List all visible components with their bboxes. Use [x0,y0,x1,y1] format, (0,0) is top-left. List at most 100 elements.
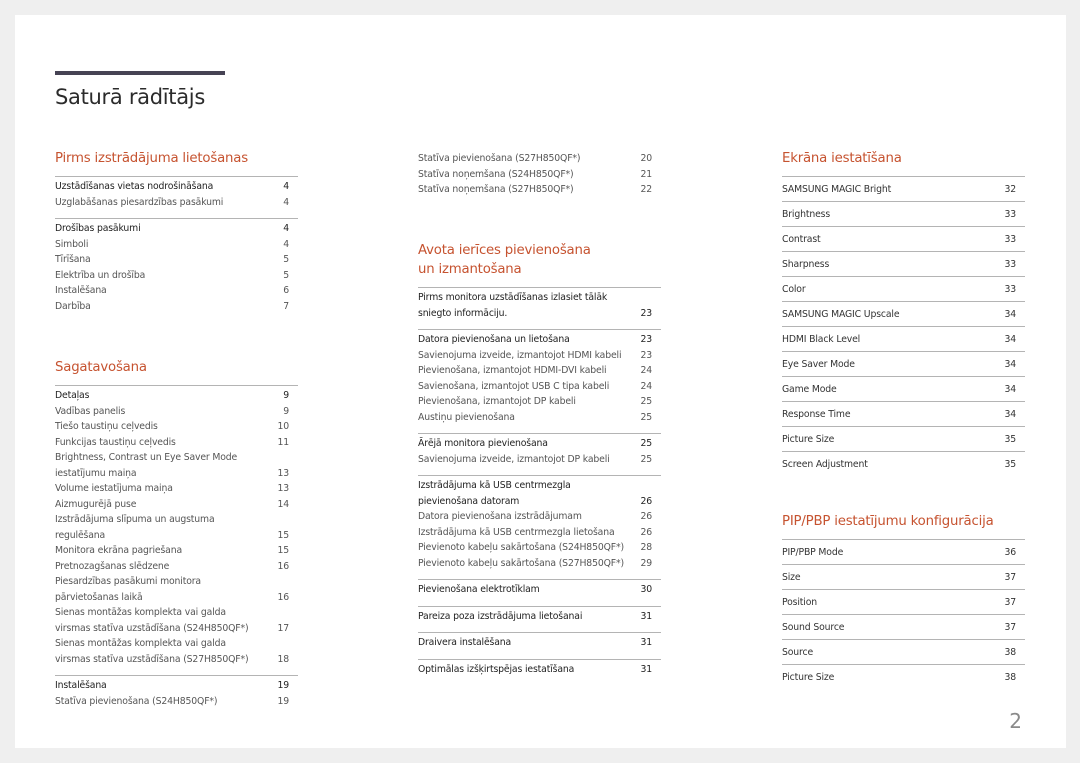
toc-entry-page: 15 [277,529,289,541]
section-heading[interactable]: Avota ierīces pievienošana un izmantošan… [418,241,661,279]
toc-entry[interactable]: SAMSUNG MAGIC Bright 32 [782,176,1025,201]
toc-entry[interactable]: Simboli 4 [55,237,298,253]
toc-entry[interactable]: Game Mode 34 [782,376,1025,401]
entry-groups: Statīva pievienošana (S27H850QF*) 20 Statī… [418,151,661,198]
toc-entry[interactable]: Response Time 34 [782,401,1025,426]
toc-entry[interactable]: Statīva pievienošana (S27H850QF*) 20 [418,151,661,167]
toc-entry[interactable]: Pirms monitora uzstādīšanas izlasiet tāl… [418,290,661,321]
toc-entry-page: 16 [277,591,289,603]
toc-entry[interactable]: Izstrādājuma kā USB centrmezgla lietošan… [418,525,661,541]
toc-entry[interactable]: Statīva pievienošana (S24H850QF*) 19 [55,694,298,710]
toc-group: Draivera instalēšana 31 [418,632,661,651]
toc-group: Drošības pasākumi 4 Simboli 4 Tīrīšana 5 Elekt… [55,218,298,314]
toc-entry-page: 24 [640,365,652,376]
toc-entry[interactable]: Austiņu pievienošana 25 [418,410,661,426]
toc-entry[interactable]: Brightness 33 [782,201,1025,226]
toc-entry[interactable]: Picture Size 38 [782,664,1025,689]
toc-entry-page: 5 [283,254,289,265]
toc-entry[interactable]: Source 38 [782,639,1025,664]
toc-entry[interactable]: Pievienoto kabeļu sakārtošana (S27H850QF… [418,556,661,572]
toc-entry-label: Screen Adjustment [782,458,868,470]
toc-entry[interactable]: Optimālas izšķirtspējas iestatīšana 31 [418,662,661,678]
toc-entry[interactable]: Sharpness 33 [782,251,1025,276]
toc-entry[interactable]: Pievienoto kabeļu sakārtošana (S24H850QF… [418,540,661,556]
toc-entry[interactable]: Volume iestatījuma maiņa 13 [55,481,298,497]
toc-entry[interactable]: Pievienošana elektrotīklam 30 [418,582,661,598]
toc-entry[interactable]: Color 33 [782,276,1025,301]
toc-entry-page: 25 [640,453,652,465]
toc-entry-page: 5 [283,269,289,281]
toc-entry[interactable]: Pareiza poza izstrādājuma lietošanai 31 [418,609,661,625]
toc-entry[interactable]: Pretnozagšanas slēdzene 16 [55,559,298,575]
toc-entry-label: Response Time [782,408,851,420]
section-heading[interactable]: Sagatavošana [55,358,298,377]
toc-entry[interactable]: Tīrīšana 5 [55,252,298,268]
toc-entry-label: Brightness [782,208,831,220]
section-heading[interactable]: Pirms izstrādājuma lietošanas [55,149,298,168]
toc-entry-page: 9 [283,390,289,401]
toc-entry[interactable]: Piesardzības pasākumi monitora pārvietoš… [55,574,298,605]
toc-entry[interactable]: Brightness, Contrast un Eye Saver Mode i… [55,450,298,481]
toc-entry[interactable]: Eye Saver Mode 34 [782,351,1025,376]
toc-entry[interactable]: Pievienošana, izmantojot HDMI-DVI kabeli… [418,363,661,379]
toc-entry[interactable]: Screen Adjustment 35 [782,451,1025,476]
toc-entry-page: 28 [640,542,652,553]
toc-entry[interactable]: Savienojuma izveide, izmantojot HDMI kab… [418,348,661,364]
toc-entry-page: 29 [640,557,652,569]
toc-entry[interactable]: Uzglabāšanas piesardzības pasākumi 4 [55,195,298,211]
toc-entry[interactable]: Draivera instalēšana 31 [418,635,661,651]
toc-entry-label: Uzstādīšanas vietas nodrošināšana [55,181,214,192]
entry-rows: SAMSUNG MAGIC Bright 32 Brightness 33 Contra… [782,176,1025,476]
toc-entry[interactable]: Statīva noņemšana (S24H850QF*) 21 [418,167,661,183]
toc-entry[interactable]: SAMSUNG MAGIC Upscale 34 [782,301,1025,326]
section-heading[interactable]: PIP/PBP iestatījumu konfigurācija [782,512,1025,531]
toc-entry[interactable]: Elektrība un drošība 5 [55,268,298,284]
toc-entry-label: Size [782,571,801,583]
toc-entry[interactable]: Aizmugurējā puse 14 [55,497,298,513]
toc-entry[interactable]: PIP/PBP Mode 36 [782,539,1025,564]
toc-entry[interactable]: Datora pievienošana izstrādājumam 26 [418,509,661,525]
toc-entry[interactable]: Ārējā monitora pievienošana 25 [418,436,661,452]
toc-entry[interactable]: Size 37 [782,564,1025,589]
toc-entry[interactable]: Contrast 33 [782,226,1025,251]
toc-entry[interactable]: Savienošana, izmantojot USB C tipa kabel… [418,379,661,395]
toc-entry[interactable]: Savienojuma izveide, izmantojot DP kabel… [418,452,661,468]
toc-entry-label: Pievienošana, izmantojot DP kabeli [418,396,576,407]
toc-entry-label: Austiņu pievienošana [418,411,515,423]
toc-entry[interactable]: Detaļas 9 [55,388,298,404]
toc-entry-page: 17 [277,622,289,634]
toc-entry-page: 21 [640,168,652,180]
toc-group: Ārējā monitora pievienošana 25 Savienojuma… [418,433,661,467]
toc-entry[interactable]: Tiešo taustiņu ceļvedis 10 [55,419,298,435]
toc-entry-label: Pievienoto kabeļu sakārtošana (S27H850QF… [418,557,624,569]
toc-entry[interactable]: Uzstādīšanas vietas nodrošināšana 4 [55,179,298,195]
toc-entry-page: 31 [640,637,652,648]
toc-entry[interactable]: Instalēšana 6 [55,283,298,299]
toc-group: Optimālas izšķirtspējas iestatīšana 31 [418,658,661,678]
toc-entry[interactable]: Instalēšana 19 [55,678,298,694]
toc-entry[interactable]: Pievienošana, izmantojot DP kabeli 25 [418,394,661,410]
section-before-use: Pirms izstrādājuma lietošanas Uzstādīšan… [55,149,298,322]
toc-entry[interactable]: Sound Source 37 [782,614,1025,639]
toc-group: Izstrādājuma kā USB centrmezgla pievieno… [418,475,661,571]
toc-entry[interactable]: Darbība 7 [55,299,298,315]
toc-entry[interactable]: Monitora ekrāna pagriešana 15 [55,543,298,559]
section-heading[interactable]: Ekrāna iestatīšana [782,149,1025,168]
toc-entry[interactable]: Position 37 [782,589,1025,614]
toc-entry[interactable]: Sienas montāžas komplekta vai galda virs… [55,605,298,636]
toc-entry[interactable]: Picture Size 35 [782,426,1025,451]
toc-entry-page: 31 [640,663,652,675]
toc-entry-page: 37 [1004,571,1016,583]
toc-entry[interactable]: Vadības panelis 9 [55,404,298,420]
toc-entry[interactable]: Drošības pasākumi 4 [55,221,298,237]
toc-entry[interactable]: Sienas montāžas komplekta vai galda virs… [55,636,298,667]
toc-entry-page: 34 [1004,383,1016,395]
toc-entry-label: Izstrādājuma slīpuma un augstuma regulēš… [55,514,215,541]
toc-entry[interactable]: Datora pievienošana un lietošana 23 [418,332,661,348]
toc-entry[interactable]: HDMI Black Level 34 [782,326,1025,351]
toc-entry[interactable]: Funkcijas taustiņu ceļvedis 11 [55,435,298,451]
toc-entry[interactable]: Izstrādājuma kā USB centrmezgla pievieno… [418,478,661,509]
toc-entry[interactable]: Statīva noņemšana (S27H850QF*) 22 [418,182,661,198]
toc-entry-label: Instalēšana [55,285,107,296]
toc-entry[interactable]: Izstrādājuma slīpuma un augstuma regulēš… [55,512,298,543]
